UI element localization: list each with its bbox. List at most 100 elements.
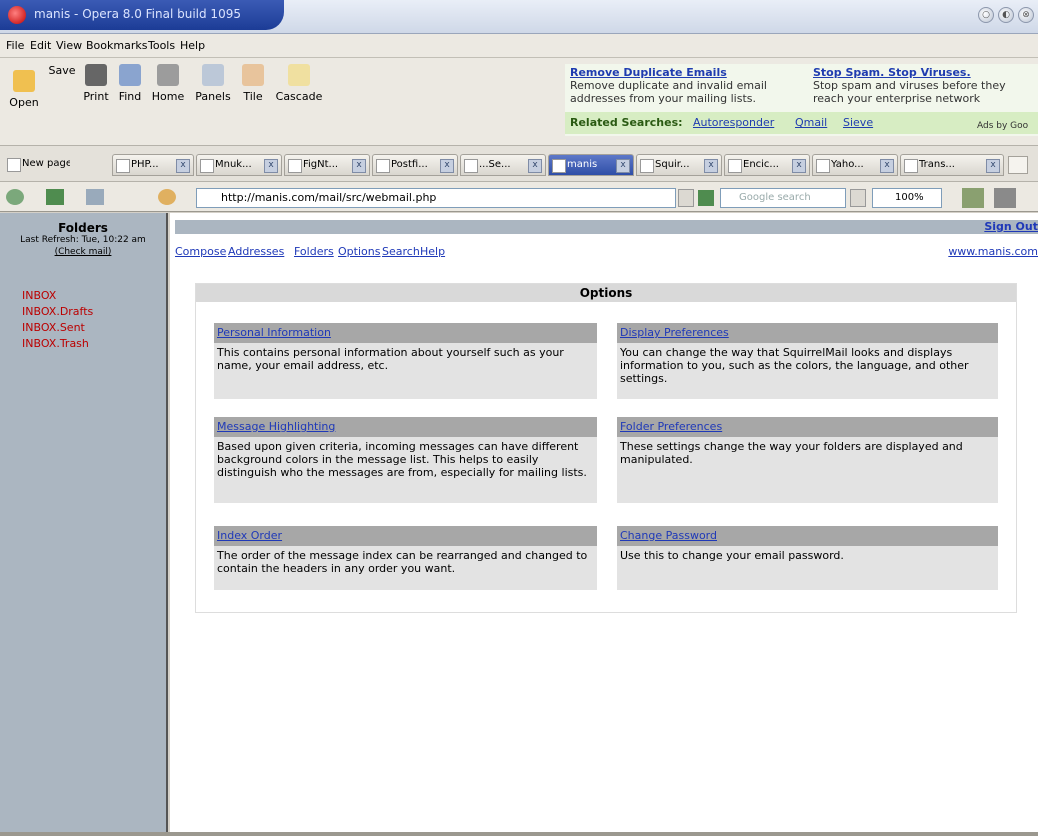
check-mail-link[interactable]: (Check mail) — [0, 247, 166, 257]
magnifier-icon — [119, 64, 141, 86]
forward-arrow-icon[interactable] — [86, 189, 104, 205]
nav-compose[interactable]: Compose — [175, 245, 226, 258]
related-qmail-link[interactable]: Qmail — [795, 116, 827, 129]
sign-out-link[interactable]: Sign Out — [984, 220, 1038, 233]
title-bar: manis - Opera 8.0 Final build 1095 ○ ◐ ⊗ — [0, 0, 1038, 34]
panel-toggle-icon[interactable] — [994, 188, 1016, 208]
url-input[interactable]: http://manis.com/mail/src/webmail.php — [196, 188, 676, 208]
close-icon[interactable]: x — [704, 159, 718, 173]
message-highlighting-link[interactable]: Message Highlighting — [217, 420, 335, 433]
ads-by-label: Ads by Goo — [977, 121, 1029, 131]
menu-view[interactable]: View — [56, 39, 82, 52]
menu-help[interactable]: Help — [180, 39, 205, 52]
site-link[interactable]: www.manis.com — [948, 245, 1038, 258]
home-button[interactable]: Home — [148, 64, 188, 103]
ad1-title-link[interactable]: Remove Duplicate Emails — [570, 66, 727, 79]
tab-new-page[interactable]: New page — [4, 154, 70, 176]
nav-search[interactable]: Search — [382, 245, 420, 258]
close-icon[interactable]: x — [352, 159, 366, 173]
option-change-password: Change Password Use this to change your … — [617, 526, 998, 590]
page-icon — [552, 159, 566, 173]
search-engine-dropdown-icon[interactable] — [850, 189, 866, 207]
folder-drafts[interactable]: INBOX.Drafts — [22, 305, 93, 318]
close-icon[interactable]: x — [528, 159, 542, 173]
tab-bar: New page PHP... x Mnuk... x FigNt... x P… — [0, 146, 1038, 182]
house-icon — [157, 64, 179, 86]
ad2-title-link[interactable]: Stop Spam. Stop Viruses. — [813, 66, 971, 79]
tab-menu-button[interactable] — [1008, 156, 1028, 174]
tab[interactable]: Postfi... x — [372, 154, 458, 176]
option-index-order: Index Order The order of the message ind… — [214, 526, 597, 590]
open-button[interactable]: Open — [4, 70, 44, 109]
last-refresh-text: Last Refresh: Tue, 10:22 am — [20, 235, 146, 245]
save-label: Save — [48, 64, 76, 77]
minimize-button[interactable]: ○ — [978, 7, 994, 23]
menu-file[interactable]: File — [6, 39, 24, 52]
tab[interactable]: Squir... x — [636, 154, 722, 176]
save-button[interactable]: Save — [44, 64, 80, 77]
tile-label: Tile — [243, 90, 263, 103]
display-preferences-link[interactable]: Display Preferences — [620, 326, 729, 339]
open-label: Open — [9, 96, 39, 109]
url-dropdown-icon[interactable] — [678, 189, 694, 207]
index-order-link[interactable]: Index Order — [217, 529, 282, 542]
tab[interactable]: Encic... x — [724, 154, 810, 176]
nav-options[interactable]: Options — [338, 245, 380, 258]
cascade-button[interactable]: Cascade — [272, 64, 326, 103]
nav-help[interactable]: Help — [420, 245, 445, 258]
related-autoresponder-link[interactable]: Autoresponder — [693, 116, 774, 129]
tab-active[interactable]: manis x — [548, 154, 634, 176]
tab[interactable]: FigNt... x — [284, 154, 370, 176]
tab[interactable]: Mnuk... x — [196, 154, 282, 176]
panels-icon — [202, 64, 224, 86]
search-input[interactable]: Google search — [720, 188, 846, 208]
print-button[interactable]: Print — [80, 64, 112, 103]
tab[interactable]: Yaho... x — [812, 154, 898, 176]
close-icon[interactable]: x — [176, 159, 190, 173]
close-button[interactable]: ⊗ — [1018, 7, 1034, 23]
panels-label: Panels — [195, 90, 231, 103]
nav-folders[interactable]: Folders — [294, 245, 334, 258]
maximize-button[interactable]: ◐ — [998, 7, 1014, 23]
main-content: Sign Out Compose Addresses Folders Optio… — [170, 213, 1038, 836]
personal-information-link[interactable]: Personal Information — [217, 326, 331, 339]
page-icon — [728, 159, 742, 173]
close-icon[interactable]: x — [880, 159, 894, 173]
tab[interactable]: PHP... x — [112, 154, 194, 176]
folder-preferences-link[interactable]: Folder Preferences — [620, 420, 722, 433]
notes-icon[interactable] — [962, 188, 984, 208]
nav-addresses[interactable]: Addresses — [228, 245, 284, 258]
menu-edit[interactable]: Edit — [30, 39, 51, 52]
change-password-link[interactable]: Change Password — [620, 529, 717, 542]
menu-bookmarks[interactable]: Bookmarks — [86, 39, 147, 52]
related-sieve-link[interactable]: Sieve — [843, 116, 873, 129]
find-button[interactable]: Find — [114, 64, 146, 103]
close-icon[interactable]: x — [986, 159, 1000, 173]
related-searches: Related Searches: Autoresponder Qmail Si… — [565, 112, 1038, 134]
panels-button[interactable]: Panels — [190, 64, 236, 103]
folder-inbox[interactable]: INBOX — [22, 289, 56, 302]
tab-label: FigNt... — [303, 159, 339, 170]
tab-label: Encic... — [743, 159, 779, 170]
option-display-preferences: Display Preferences You can change the w… — [617, 323, 998, 399]
tile-button[interactable]: Tile — [238, 64, 268, 103]
close-icon[interactable]: x — [616, 159, 630, 173]
folder-trash[interactable]: INBOX.Trash — [22, 337, 89, 350]
close-icon[interactable]: x — [264, 159, 278, 173]
zoom-select[interactable]: 100% — [872, 188, 942, 208]
option-description: You can change the way that SquirrelMail… — [620, 346, 969, 385]
window-title: manis - Opera 8.0 Final build 1095 — [34, 7, 241, 21]
page-icon — [116, 159, 130, 173]
tab[interactable]: ...Se... x — [460, 154, 546, 176]
go-icon[interactable] — [698, 190, 714, 206]
close-icon[interactable]: x — [440, 159, 454, 173]
rewind-icon[interactable] — [46, 189, 64, 205]
close-icon[interactable]: x — [792, 159, 806, 173]
menu-tools[interactable]: Tools — [148, 39, 175, 52]
wand-icon[interactable] — [158, 189, 176, 205]
ad2-text: Stop spam and viruses before they reach … — [813, 79, 1006, 105]
folders-title: Folders — [58, 221, 108, 235]
tab[interactable]: Trans... x — [900, 154, 1004, 176]
back-arrow-icon[interactable] — [6, 189, 24, 205]
folder-sent[interactable]: INBOX.Sent — [22, 321, 85, 334]
